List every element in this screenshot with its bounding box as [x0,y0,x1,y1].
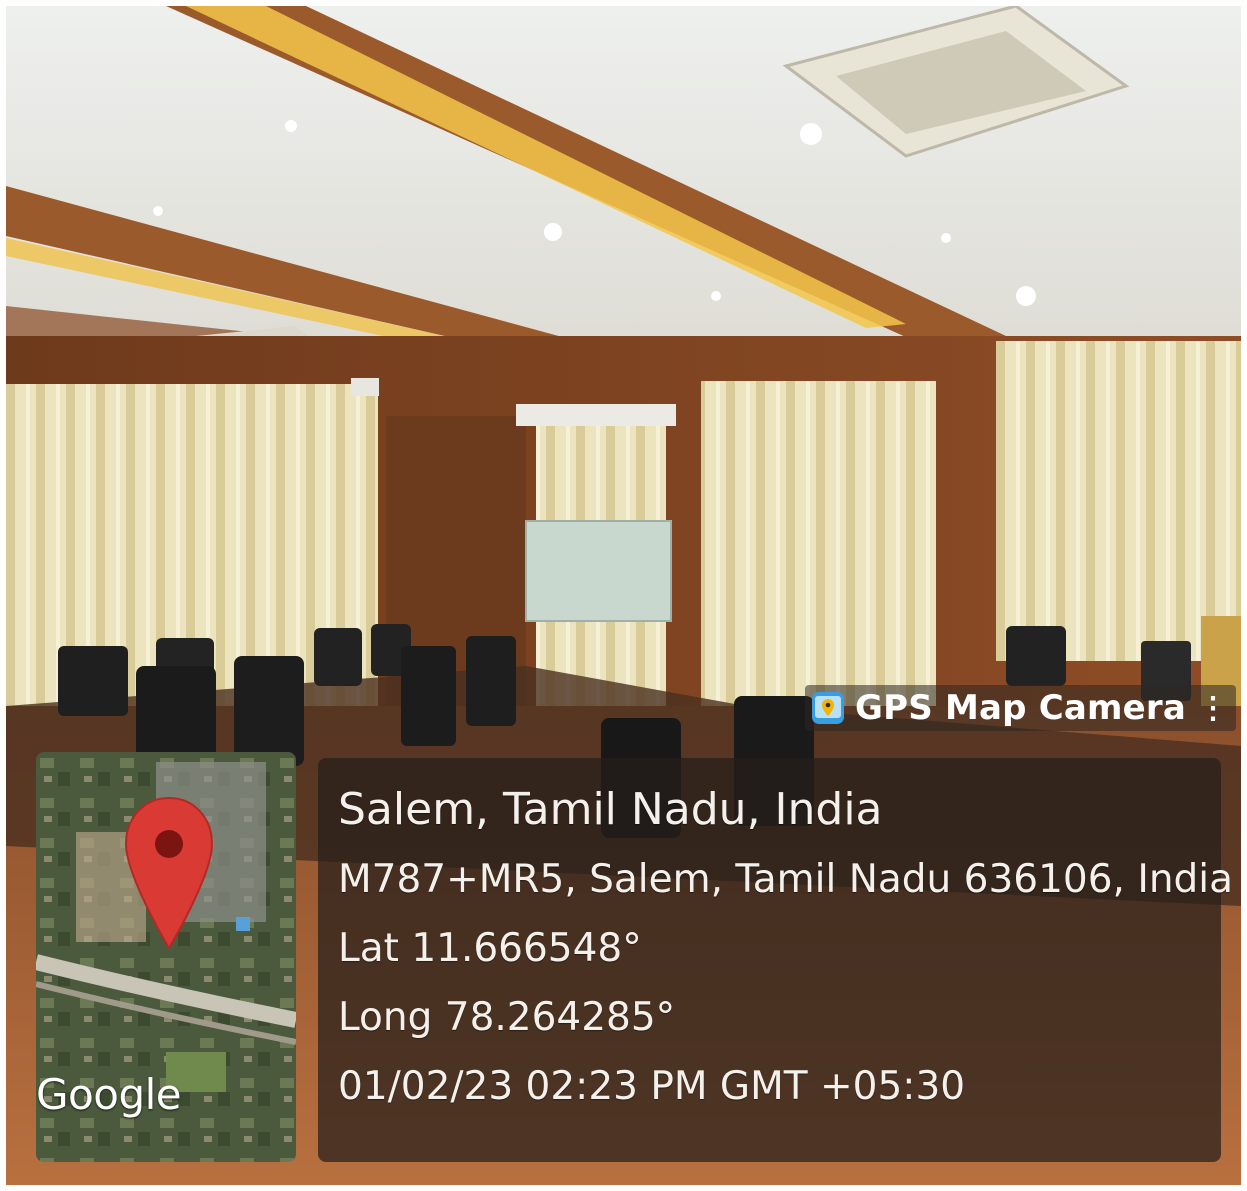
gps-map-camera-badge: GPS Map Camera ⋮ [805,685,1236,731]
location-info-panel: Salem, Tamil Nadu, India M787+MR5, Salem… [318,758,1234,1162]
longitude-readout: Long 78.264285° [338,995,676,1040]
google-attribution: Google [36,1070,182,1119]
gps-map-camera-app-icon [812,692,844,724]
location-address: M787+MR5, Salem, Tamil Nadu 636106, Indi… [338,857,1234,902]
location-title: Salem, Tamil Nadu, India [338,784,883,835]
vertical-dots-icon[interactable]: ⋮ [1198,691,1228,726]
map-thumbnail[interactable]: Google [36,752,296,1162]
latitude-readout: Lat 11.666548° [338,926,642,971]
map-pin-icon [124,796,214,950]
app-name: GPS Map Camera [855,688,1186,728]
timestamp: 01/02/23 02:23 PM GMT +05:30 [338,1064,966,1109]
